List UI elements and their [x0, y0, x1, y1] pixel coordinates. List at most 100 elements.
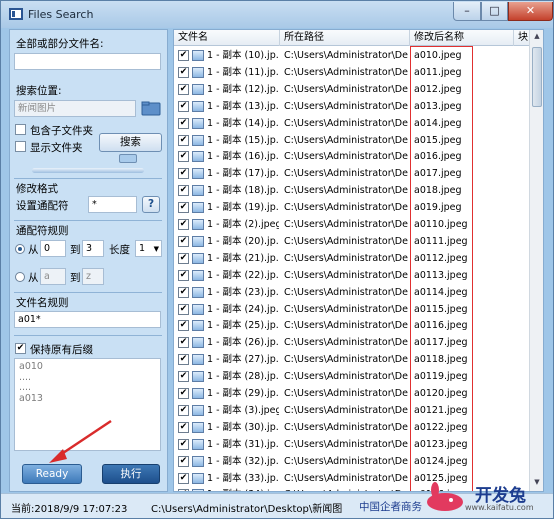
table-row[interactable]: ✔ 1 - 副本 (15).jp... C:\Users\Administrator… [174, 132, 529, 149]
vertical-scrollbar[interactable]: ▲ ▼ [529, 30, 543, 491]
column-header[interactable]: 文件名 [174, 30, 280, 46]
row-checkbox[interactable]: ✔ [178, 202, 189, 214]
cell-path: C:\Users\Administrator\De... [284, 286, 408, 298]
cell-path: C:\Users\Administrator\De... [284, 219, 408, 230]
row-checkbox[interactable]: ✔ [178, 185, 189, 197]
table-row[interactable]: ✔ 1 - 副本 (21).jp... C:\Users\Administrator… [174, 250, 529, 267]
cell-new-name: a0121.jpeg [414, 404, 468, 416]
row-checkbox[interactable]: ✔ [178, 134, 189, 146]
row-checkbox[interactable]: ✔ [178, 404, 189, 416]
table-row[interactable]: ✔ 1 - 副本 (2).jpeg C:\Users\Administrator\D… [174, 216, 529, 233]
row-checkbox[interactable]: ✔ [178, 151, 189, 163]
execute-button[interactable]: 执行 [102, 464, 160, 484]
image-file-icon [192, 185, 204, 197]
row-checkbox[interactable]: ✔ [178, 303, 189, 315]
filename-label: 全部或部分文件名: [16, 38, 104, 50]
cell-path: C:\Users\Administrator\De... [284, 388, 408, 399]
row-checkbox[interactable]: ✔ [178, 354, 189, 366]
filename-rule-input[interactable]: a01* [14, 311, 161, 328]
watermark: 中国企者商务 开发兔 www.kaifatu.com [359, 479, 553, 519]
table-row[interactable]: ✔ 1 - 副本 (25).jp... C:\Users\Administrator… [174, 317, 529, 334]
image-file-icon [192, 337, 204, 349]
cell-filename: 1 - 副本 (17).jp... [207, 168, 279, 180]
table-row[interactable]: ✔ 1 - 副本 (22).jp... C:\Users\Administrator… [174, 267, 529, 284]
browse-folder-button[interactable] [141, 100, 161, 117]
title-bar[interactable]: Files Search – □ ✕ [1, 1, 553, 28]
table-row[interactable]: ✔ 1 - 副本 (27).jp... C:\Users\Administrator… [174, 351, 529, 368]
location-input[interactable]: 新闻图片 [14, 100, 136, 117]
table-row[interactable]: ✔ 1 - 副本 (19).jp... C:\Users\Administrator… [174, 199, 529, 216]
row-checkbox[interactable]: ✔ [178, 337, 189, 349]
row-checkbox[interactable]: ✔ [178, 320, 189, 332]
range-letter-radio[interactable] [15, 272, 25, 282]
table-row[interactable]: ✔ 1 - 副本 (32).jp... C:\Users\Administrator… [174, 453, 529, 470]
table-header: 文件名 所在路径 修改后名称 块 [174, 30, 529, 46]
row-checkbox[interactable]: ✔ [178, 235, 189, 247]
table-row[interactable]: ✔ 1 - 副本 (17).jp... C:\Users\Administrator… [174, 165, 529, 182]
include-subfolders-checkbox[interactable] [15, 124, 26, 135]
table-row[interactable]: ✔ 1 - 副本 (16).jp... C:\Users\Administrator… [174, 148, 529, 165]
table-row[interactable]: ✔ 1 - 副本 (12).jp... C:\Users\Administrator… [174, 81, 529, 98]
table-row[interactable]: ✔ 1 - 副本 (30).jp... C:\Users\Administrator… [174, 419, 529, 436]
row-checkbox[interactable]: ✔ [178, 269, 189, 281]
search-button[interactable]: 搜索 [99, 133, 162, 152]
table-row[interactable]: ✔ 1 - 副本 (24).jp... C:\Users\Administrator… [174, 301, 529, 318]
cell-path: C:\Users\Administrator\De... [284, 354, 408, 366]
to-input[interactable]: 3 [82, 240, 104, 257]
close-button[interactable]: ✕ [508, 2, 553, 21]
column-header[interactable]: 所在路径 [280, 30, 410, 46]
row-checkbox[interactable]: ✔ [178, 421, 189, 433]
column-header[interactable]: 块 [514, 30, 529, 46]
table-row[interactable]: ✔ 1 - 副本 (3).jpeg C:\Users\Administrator\D… [174, 402, 529, 419]
splitter-handle[interactable] [32, 168, 144, 173]
maximize-button[interactable]: □ [481, 2, 508, 21]
table-row[interactable]: ✔ 1 - 副本 (23).jp... C:\Users\Administrator… [174, 284, 529, 301]
filename-input[interactable] [14, 53, 161, 70]
from2-input[interactable]: a [40, 268, 66, 285]
table-row[interactable]: ✔ 1 - 副本 (11).jp... C:\Users\Administrator… [174, 64, 529, 81]
table-row[interactable]: ✔ 1 - 副本 (10).jp... C:\Users\Administrator… [174, 47, 529, 64]
row-checkbox[interactable]: ✔ [178, 117, 189, 129]
column-header[interactable]: 修改后名称 [410, 30, 514, 46]
row-checkbox[interactable]: ✔ [178, 219, 189, 230]
help-button[interactable]: ? [142, 196, 160, 213]
row-checkbox[interactable]: ✔ [178, 455, 189, 467]
row-checkbox[interactable]: ✔ [178, 472, 189, 484]
table-row[interactable]: ✔ 1 - 副本 (18).jp... C:\Users\Administrator… [174, 182, 529, 199]
row-checkbox[interactable]: ✔ [178, 83, 189, 95]
table-row[interactable]: ✔ 1 - 副本 (14).jp... C:\Users\Administrator… [174, 115, 529, 132]
row-checkbox[interactable]: ✔ [178, 66, 189, 78]
table-row[interactable]: ✔ 1 - 副本 (28).jp... C:\Users\Administrator… [174, 368, 529, 385]
row-checkbox[interactable]: ✔ [178, 438, 189, 450]
row-checkbox[interactable]: ✔ [178, 50, 189, 61]
from-input[interactable]: 0 [40, 240, 66, 257]
show-folders-checkbox[interactable] [15, 141, 26, 152]
row-checkbox[interactable]: ✔ [178, 100, 189, 112]
row-checkbox[interactable]: ✔ [178, 388, 189, 399]
cell-new-name: a0113.jpeg [414, 269, 468, 281]
minimize-button[interactable]: – [453, 2, 481, 21]
files-search-window: Files Search – □ ✕ 全部或部分文件名: 搜索位置: 新闻图片 … [0, 0, 554, 519]
range-number-radio[interactable] [15, 244, 25, 254]
cell-new-name: a0122.jpeg [414, 421, 468, 433]
row-checkbox[interactable]: ✔ [178, 252, 189, 264]
watermark-url: www.kaifatu.com [465, 503, 534, 512]
row-checkbox[interactable]: ✔ [178, 489, 189, 491]
table-row[interactable]: ✔ 1 - 副本 (13).jp... C:\Users\Administrator… [174, 98, 529, 115]
keep-suffix-checkbox[interactable]: ✔ [15, 343, 26, 354]
wildcard-input[interactable]: * [88, 196, 137, 213]
ready-button[interactable]: Ready [22, 464, 82, 484]
to2-input[interactable]: z [82, 268, 104, 285]
table-row[interactable]: ✔ 1 - 副本 (29).jp... C:\Users\Administrator… [174, 385, 529, 402]
scroll-up-icon[interactable]: ▲ [532, 32, 542, 44]
table-row[interactable]: ✔ 1 - 副本 (20).jp... C:\Users\Administrator… [174, 233, 529, 250]
image-file-icon [192, 151, 204, 163]
scroll-thumb[interactable] [532, 47, 542, 107]
table-row[interactable]: ✔ 1 - 副本 (26).jp... C:\Users\Administrator… [174, 334, 529, 351]
cell-new-name: a0118.jpeg [414, 354, 468, 366]
table-row[interactable]: ✔ 1 - 副本 (31).jp... C:\Users\Administrator… [174, 436, 529, 453]
length-select[interactable]: 1 ▼ [135, 240, 162, 257]
row-checkbox[interactable]: ✔ [178, 371, 189, 383]
row-checkbox[interactable]: ✔ [178, 286, 189, 298]
row-checkbox[interactable]: ✔ [178, 168, 189, 180]
